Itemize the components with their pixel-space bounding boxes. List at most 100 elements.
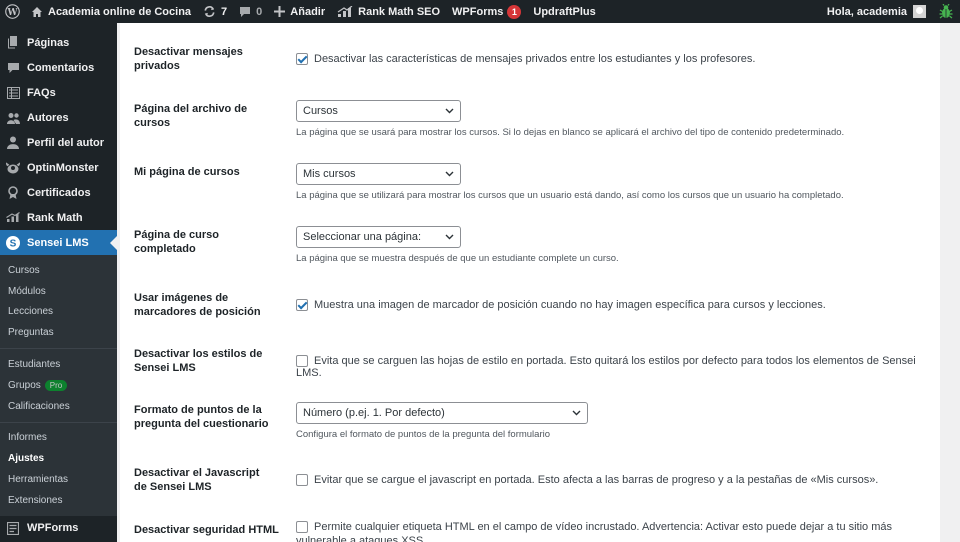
submenu-divider	[0, 421, 117, 423]
plus-icon	[274, 6, 286, 17]
updraftplus-label: UpdraftPlus	[533, 5, 596, 18]
submenu-item-cursos[interactable]: Cursos	[0, 260, 117, 281]
disable-styles-checkbox[interactable]	[296, 355, 308, 368]
setting-field: Cursos La página que se usará para mostr…	[296, 100, 936, 138]
submenu-label: Lecciones	[8, 306, 54, 318]
submenu-item-ajustes[interactable]: Ajustes	[0, 448, 117, 469]
rankmath-link[interactable]: Rank Math SEO	[331, 0, 446, 23]
new-content-link[interactable]: Añadir	[268, 0, 331, 23]
menu-item-wpforms[interactable]: WPForms	[0, 516, 117, 541]
submenu-label: Módulos	[8, 285, 46, 297]
placeholder-images-checkbox[interactable]	[296, 299, 308, 312]
setting-label: Desactivar el Javascript de Sensei LMS	[134, 467, 260, 493]
optinmonster-icon	[6, 161, 20, 175]
menu-item-comments[interactable]: Comentarios	[0, 55, 117, 80]
select-value: Seleccionar una página:	[303, 231, 422, 243]
chevron-down-icon	[572, 410, 581, 416]
submenu-item-informes[interactable]: Informes	[0, 428, 117, 449]
course-completed-select[interactable]: Seleccionar una página:	[296, 226, 461, 248]
avatar	[913, 5, 926, 18]
settings-panel: Desactivar mensajes privados Desactivar …	[120, 23, 940, 542]
setting-field: Mis cursos La página que se utilizará pa…	[296, 163, 936, 201]
setting-field: Permite cualquier etiqueta HTML en el ca…	[296, 520, 940, 542]
setting-field: Seleccionar una página: La página que se…	[296, 226, 936, 264]
html-security-checkbox[interactable]	[296, 521, 308, 534]
submenu-item-preguntas[interactable]: Preguntas	[0, 322, 117, 343]
submenu-divider	[0, 348, 117, 350]
menu-item-faqs[interactable]: FAQs	[0, 80, 117, 105]
submenu-item-herramientas[interactable]: Herramientas	[0, 469, 117, 490]
updraftplus-link[interactable]: UpdraftPlus	[527, 0, 601, 23]
submenu-item-modulos[interactable]: Módulos	[0, 281, 117, 302]
comments-link[interactable]: 0	[233, 0, 268, 23]
wordpress-logo-icon[interactable]: W	[0, 0, 25, 23]
course-archive-select[interactable]: Cursos	[296, 100, 461, 122]
svg-text:W: W	[6, 8, 18, 18]
greeting-label: Hola, academia	[826, 5, 907, 18]
setting-description: La página que se muestra después de que …	[296, 253, 619, 264]
menu-item-label: Rank Math	[27, 211, 83, 224]
menu-item-label: Certificados	[27, 186, 91, 199]
setting-field: Evita que se carguen las hojas de estilo…	[296, 355, 936, 379]
select-value: Cursos	[303, 105, 338, 117]
updates-link[interactable]: 7	[197, 0, 233, 23]
menu-item-label: Sensei LMS	[27, 236, 89, 249]
rankmath-chart-icon	[337, 5, 353, 18]
submenu-label: Herramientas	[8, 474, 69, 486]
chevron-down-icon	[445, 171, 454, 177]
submenu-item-estudiantes[interactable]: Estudiantes	[0, 354, 117, 375]
rankmath-label: Rank Math SEO	[358, 5, 441, 18]
setting-field: Desactivar las características de mensaj…	[296, 53, 936, 66]
sensei-icon: S	[6, 235, 20, 250]
wpforms-link[interactable]: WPForms 1	[446, 0, 527, 23]
debug-bug-icon[interactable]	[932, 0, 960, 23]
main-content: Desactivar mensajes privados Desactivar …	[117, 23, 960, 542]
comment-bubble-icon	[239, 6, 251, 18]
submenu-label: Informes	[8, 432, 47, 444]
page-gutter	[940, 23, 960, 542]
chevron-down-icon	[445, 108, 454, 114]
menu-item-authors[interactable]: Autores	[0, 105, 117, 130]
setting-label: Formato de puntos de la pregunta del cue…	[134, 404, 269, 430]
submenu-item-lecciones[interactable]: Lecciones	[0, 302, 117, 323]
setting-field: Evitar que se cargue el javascript en po…	[296, 474, 936, 487]
site-name-link[interactable]: Academia online de Cocina	[25, 0, 197, 23]
menu-item-label: Perfil del autor	[27, 136, 105, 149]
menu-item-rankmath[interactable]: Rank Math	[0, 205, 117, 230]
private-messages-checkbox[interactable]	[296, 53, 308, 66]
select-value: Número (p.ej. 1. Por defecto)	[303, 407, 445, 419]
comments-icon	[6, 61, 20, 75]
submenu-label: Preguntas	[8, 327, 54, 339]
submenu-item-calificaciones[interactable]: Calificaciones	[0, 396, 117, 417]
menu-item-label: Páginas	[27, 36, 70, 49]
submenu-item-grupos[interactable]: Grupos Pro	[0, 375, 117, 396]
quiz-format-select[interactable]: Número (p.ej. 1. Por defecto)	[296, 402, 588, 424]
menu-item-author-profile[interactable]: Perfil del autor	[0, 130, 117, 155]
submenu-label: Cursos	[8, 264, 40, 276]
checkbox-label: Permite cualquier etiqueta HTML en el ca…	[296, 521, 893, 542]
setting-label: Página de curso completado	[134, 229, 219, 255]
faqs-icon	[6, 86, 20, 100]
chevron-down-icon	[445, 234, 454, 240]
admin-bar: W Academia online de Cocina 7 0 Añadir R…	[0, 0, 960, 23]
admin-bar-secondary: Hola, academia	[821, 0, 960, 23]
menu-item-certificates[interactable]: Certificados	[0, 180, 117, 205]
my-account-link[interactable]: Hola, academia	[821, 0, 932, 23]
setting-description: Configura el formato de puntos de la pre…	[296, 429, 551, 440]
checkbox-label: Evitar que se cargue el javascript en po…	[314, 474, 879, 487]
menu-item-label: Comentarios	[27, 61, 95, 74]
my-courses-select[interactable]: Mis cursos	[296, 163, 461, 185]
pro-badge: Pro	[44, 379, 68, 391]
menu-item-label: Autores	[27, 111, 69, 124]
submenu-item-extensiones[interactable]: Extensiones	[0, 490, 117, 511]
submenu-label: Extensiones	[8, 494, 63, 506]
submenu-label: Estudiantes	[8, 359, 61, 371]
disable-js-checkbox[interactable]	[296, 474, 308, 487]
setting-description: La página que se usará para mostrar los …	[296, 127, 845, 138]
site-name-label: Academia online de Cocina	[48, 5, 192, 18]
setting-label: Usar imágenes de marcadores de posición	[134, 292, 261, 318]
setting-label: Desactivar seguridad HTML	[134, 524, 279, 536]
menu-item-optinmonster[interactable]: OptinMonster	[0, 155, 117, 180]
menu-item-pages[interactable]: Páginas	[0, 30, 117, 55]
menu-item-sensei-lms[interactable]: S Sensei LMS	[0, 230, 117, 255]
